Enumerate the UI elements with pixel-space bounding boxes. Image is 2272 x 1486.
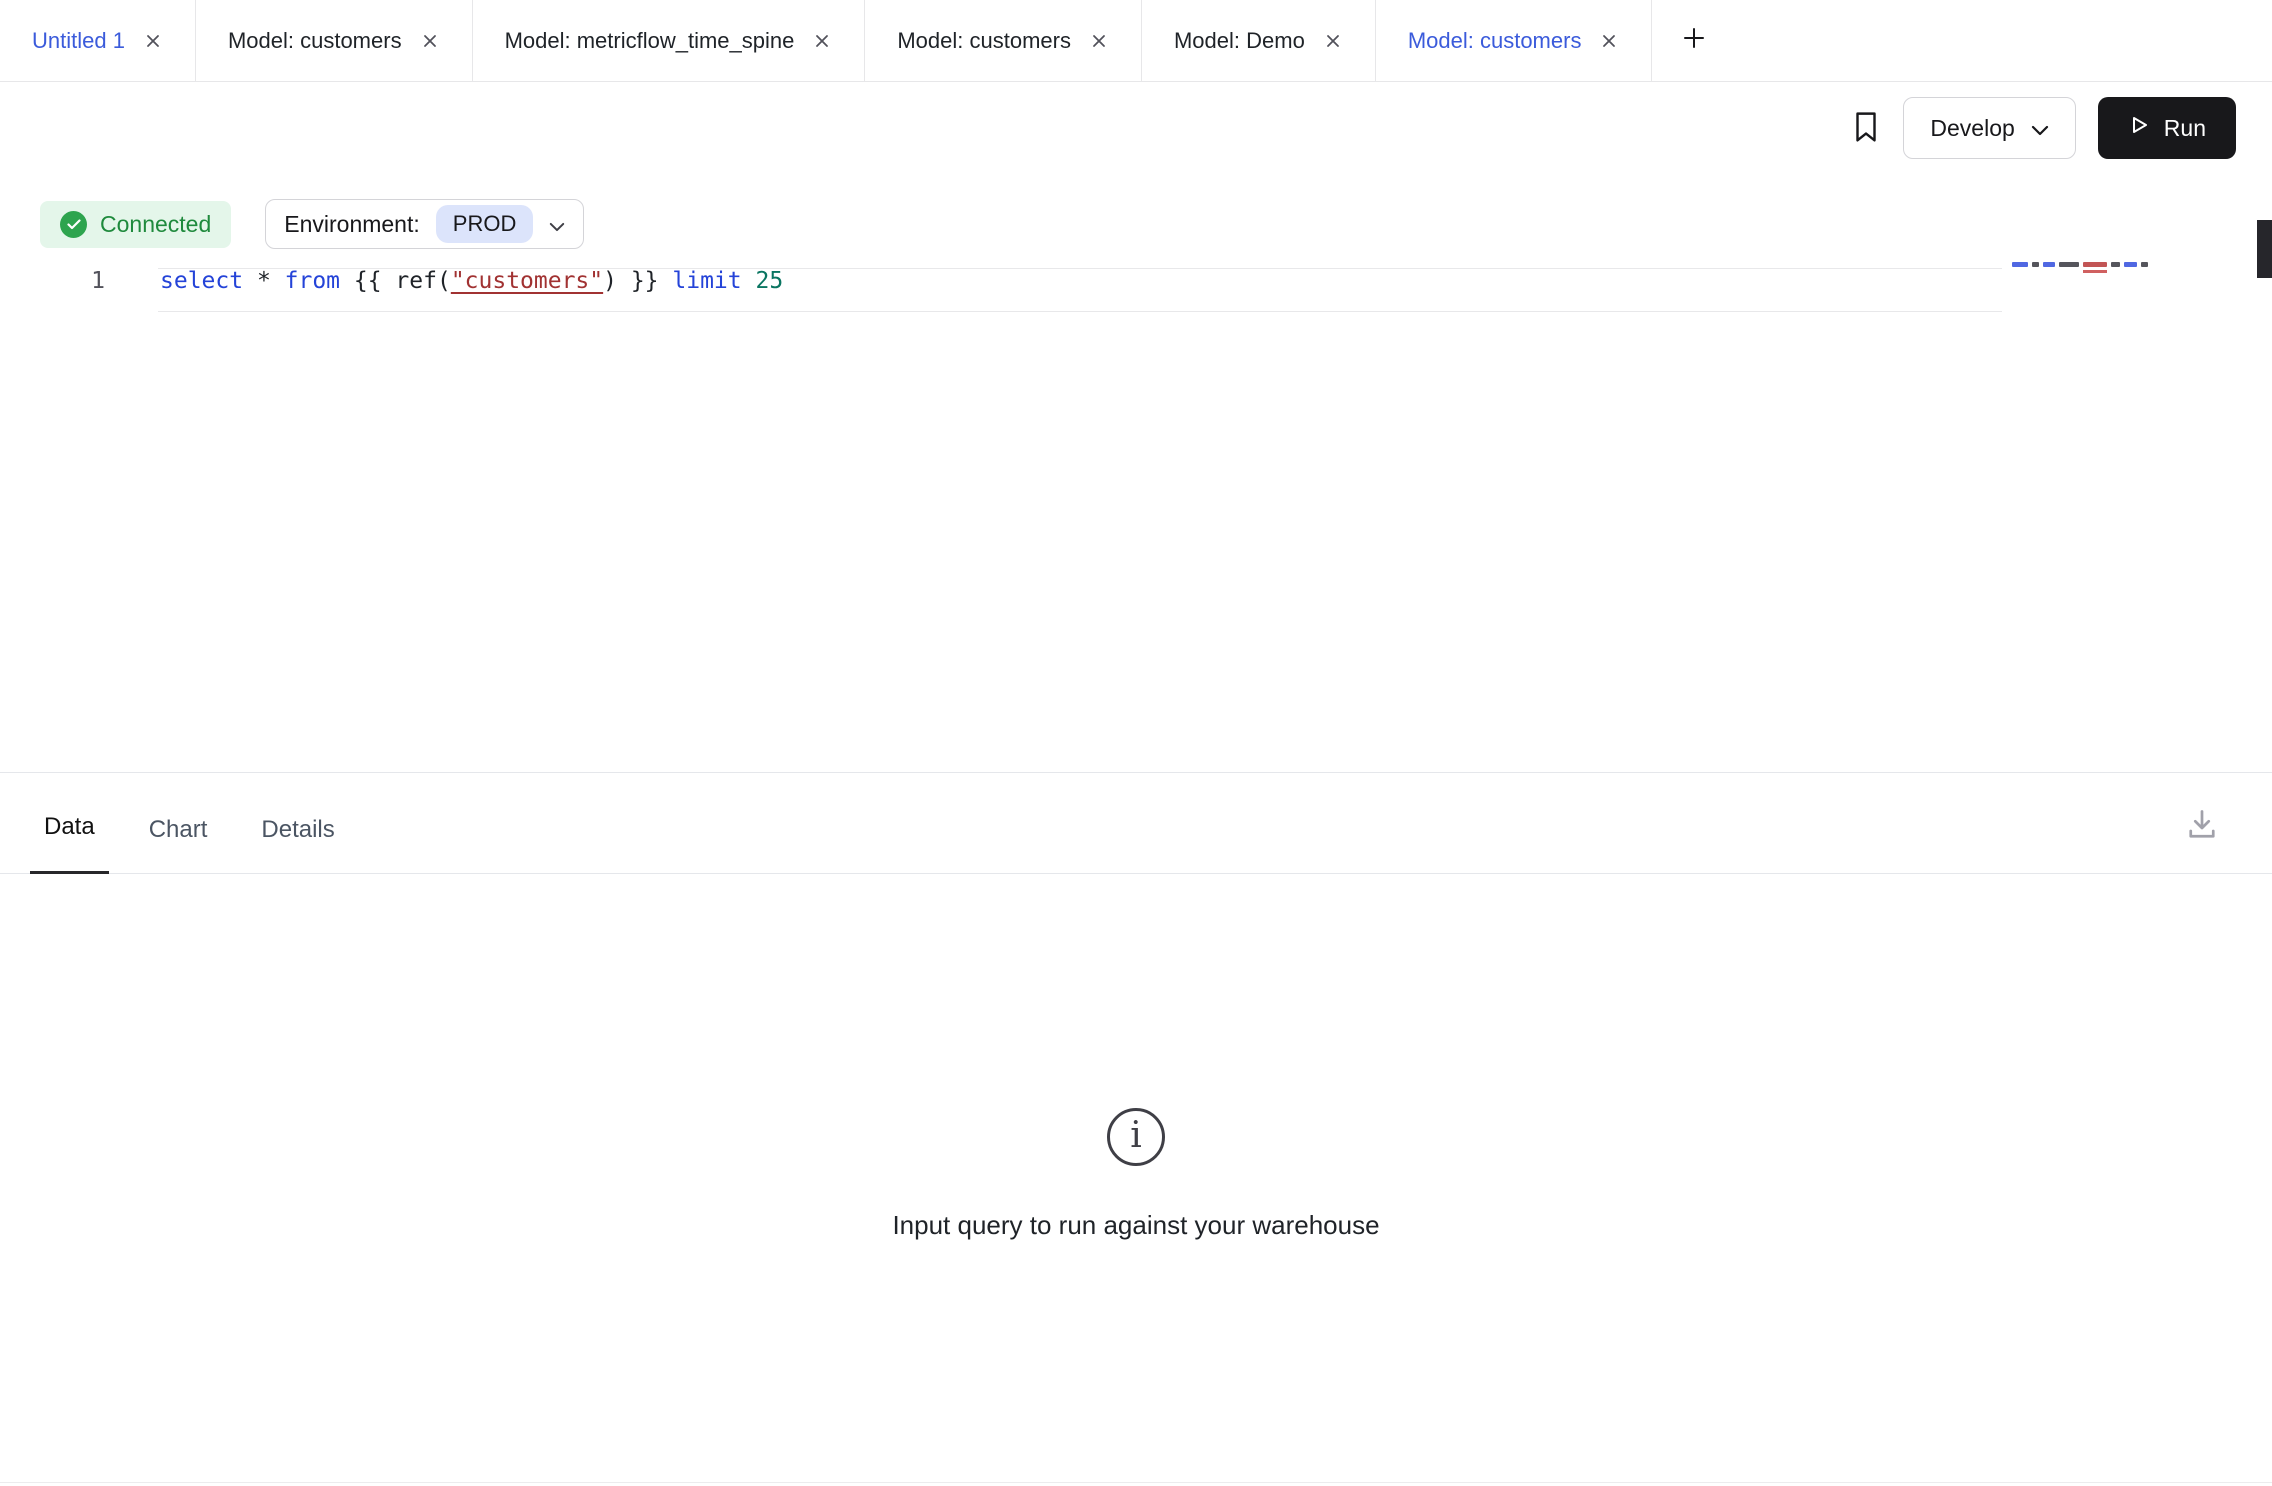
- environment-label: Environment:: [284, 211, 420, 238]
- code-token-keyword: select: [160, 268, 243, 294]
- toolbar: Develop Run: [0, 82, 2272, 174]
- results-panel: Data Chart Details i Input query to run …: [0, 772, 2272, 1486]
- tab-untitled-1[interactable]: Untitled 1: [0, 0, 196, 81]
- close-icon[interactable]: [1599, 31, 1619, 51]
- tab-data[interactable]: Data: [30, 813, 109, 874]
- tab-label: Untitled 1: [32, 28, 125, 54]
- new-tab-button[interactable]: [1652, 0, 1736, 81]
- develop-dropdown-button[interactable]: Develop: [1903, 97, 2075, 159]
- close-icon[interactable]: [1323, 31, 1343, 51]
- empty-state-message: Input query to run against your warehous…: [892, 1210, 1379, 1241]
- bottom-divider: [0, 1482, 2272, 1483]
- tab-model-metricflow-time-spine[interactable]: Model: metricflow_time_spine: [473, 0, 866, 81]
- dbt-ide-window: Untitled 1 Model: customers Model: metri…: [0, 0, 2272, 1486]
- tab-model-customers-2[interactable]: Model: customers: [865, 0, 1142, 81]
- code-line[interactable]: select * from {{ ref("customers") }} lim…: [160, 268, 783, 312]
- status-row: Connected Environment: PROD: [40, 200, 2272, 248]
- close-icon[interactable]: [812, 31, 832, 51]
- info-glyph: i: [1130, 1118, 1142, 1154]
- tab-model-demo[interactable]: Model: Demo: [1142, 0, 1376, 81]
- tab-details[interactable]: Details: [247, 816, 348, 874]
- minimap-mark: [2032, 262, 2039, 267]
- environment-value-badge: PROD: [436, 205, 534, 243]
- close-icon[interactable]: [420, 31, 440, 51]
- chevron-down-icon: [549, 211, 565, 238]
- line-number: 1: [0, 268, 105, 312]
- code-token-keyword: limit: [672, 268, 741, 294]
- tab-label: Model: metricflow_time_spine: [505, 28, 795, 54]
- close-icon[interactable]: [143, 31, 163, 51]
- plus-icon: [1680, 24, 1708, 57]
- run-label: Run: [2164, 115, 2206, 142]
- sql-editor[interactable]: 1 select * from {{ ref("customers") }} l…: [0, 248, 2272, 772]
- code-token: *: [243, 268, 285, 294]
- code-token: ) }}: [603, 268, 672, 294]
- editor-minimap[interactable]: [2012, 262, 2148, 267]
- code-token-ref-string[interactable]: "customers": [451, 268, 603, 294]
- minimap-mark: [2043, 262, 2055, 267]
- tab-label: Model: customers: [897, 28, 1071, 54]
- tab-label: Model: Demo: [1174, 28, 1305, 54]
- code-token-number: 25: [756, 268, 784, 294]
- code-token: [742, 268, 756, 294]
- bookmark-icon: [1851, 110, 1881, 147]
- play-icon: [2128, 114, 2150, 142]
- connection-status-badge: Connected: [40, 201, 231, 248]
- bookmark-button[interactable]: [1851, 110, 1881, 147]
- tab-model-customers-1[interactable]: Model: customers: [196, 0, 473, 81]
- code-token: {{ ref(: [340, 268, 451, 294]
- download-results-button[interactable]: [2184, 807, 2220, 846]
- info-icon: i: [1107, 1108, 1165, 1166]
- results-tab-bar: Data Chart Details: [0, 773, 2272, 874]
- chevron-down-icon: [2031, 115, 2049, 142]
- code-token-keyword: from: [285, 268, 340, 294]
- minimap-mark: [2059, 262, 2079, 267]
- minimap-error-mark: [2083, 270, 2107, 273]
- run-button[interactable]: Run: [2098, 97, 2236, 159]
- connection-status-label: Connected: [100, 211, 211, 238]
- environment-selector[interactable]: Environment: PROD: [265, 199, 584, 249]
- download-icon: [2184, 807, 2220, 846]
- results-empty-state: i Input query to run against your wareho…: [0, 874, 2272, 1241]
- scrollbar-thumb[interactable]: [2257, 220, 2272, 278]
- close-icon[interactable]: [1089, 31, 1109, 51]
- editor-tab-bar: Untitled 1 Model: customers Model: metri…: [0, 0, 2272, 82]
- minimap-mark: [2111, 262, 2120, 267]
- check-circle-icon: [60, 211, 87, 238]
- minimap-mark: [2141, 262, 2148, 267]
- minimap-mark: [2083, 262, 2107, 267]
- minimap-mark: [2124, 262, 2137, 267]
- tab-chart[interactable]: Chart: [135, 816, 222, 874]
- tab-label: Model: customers: [1408, 28, 1582, 54]
- tab-model-customers-3[interactable]: Model: customers: [1376, 0, 1653, 81]
- tab-label: Model: customers: [228, 28, 402, 54]
- develop-label: Develop: [1930, 115, 2014, 142]
- minimap-mark: [2012, 262, 2028, 267]
